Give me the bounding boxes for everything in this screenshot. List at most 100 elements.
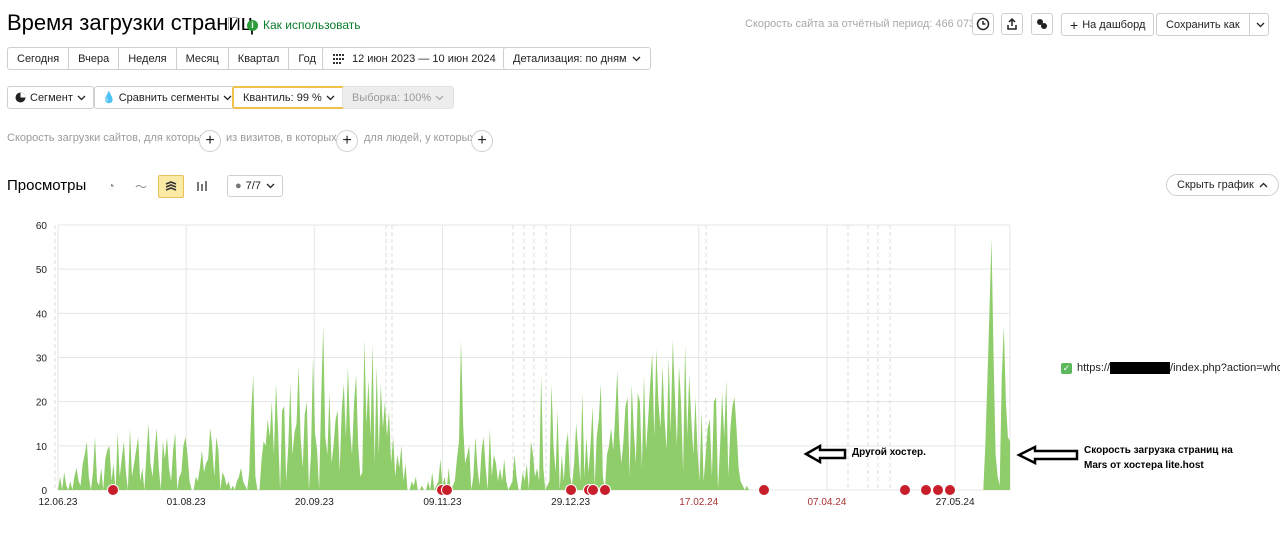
comment-icon: ● <box>235 180 242 192</box>
detail-label: Детализация: по дням <box>513 52 627 65</box>
checkbox-icon: ✓ <box>1061 362 1072 374</box>
chevron-up-icon <box>1259 182 1268 188</box>
hide-chart-button[interactable]: Скрыть график <box>1166 174 1279 196</box>
period-week[interactable]: Неделя <box>119 47 177 70</box>
clock-icon <box>976 17 990 31</box>
x-tick-label: 29.12.23 <box>551 497 590 508</box>
period-year[interactable]: Год <box>289 47 326 70</box>
plus-icon: + <box>1070 16 1079 33</box>
condition-text-sites: Скорость загрузки сайтов, для которых <box>7 132 208 144</box>
event-marker[interactable] <box>758 484 770 496</box>
pie-icon: ◔ <box>107 179 115 193</box>
compare-segments-dropdown[interactable]: 💧 Сравнить сегменты <box>94 86 241 109</box>
calendar-icon <box>333 53 344 64</box>
hide-chart-label: Скрыть график <box>1177 179 1254 191</box>
speed-chart: 0 10 20 30 40 50 60 12.06.23 01.08.23 20.09.23 09… <box>36 221 1011 508</box>
bars-icon <box>197 181 207 191</box>
add-to-dashboard-button[interactable]: + На дашборд <box>1061 13 1155 36</box>
event-marker[interactable] <box>599 484 611 496</box>
annotation-mars: Скорость загрузка страниц на Mars от хос… <box>1084 443 1233 473</box>
x-tick-label: 07.04.24 <box>807 497 846 508</box>
x-tick-label: 01.08.23 <box>167 497 206 508</box>
area-icon <box>165 180 177 191</box>
detail-dropdown[interactable]: Детализация: по дням <box>503 47 651 70</box>
period-month[interactable]: Месяц <box>176 47 229 70</box>
annotations-counter: 7/7 <box>245 180 261 192</box>
export-button[interactable] <box>1001 13 1023 35</box>
arrow-mars <box>1016 444 1079 466</box>
y-tick-label: 40 <box>36 309 48 320</box>
chevron-down-icon <box>632 56 641 61</box>
pie-chart-type-button[interactable]: ◔ <box>99 176 123 196</box>
plus-icon: + <box>477 132 487 149</box>
save-as-button[interactable]: Сохранить как <box>1156 13 1269 36</box>
y-tick-label: 20 <box>36 398 48 409</box>
x-axis: 12.06.23 01.08.23 20.09.23 09.11.23 29.12.23… <box>39 497 975 508</box>
y-axis: 0 10 20 30 40 50 60 <box>36 221 48 497</box>
legend-item[interactable]: ✓ https:// /index.php?action=who <box>1061 362 1280 374</box>
y-tick-label: 0 <box>41 486 47 497</box>
sample-label: Выборка: 100% <box>352 91 432 104</box>
page-title: Время загрузки страниц <box>7 10 254 35</box>
area-chart-type-button[interactable] <box>158 175 184 198</box>
event-marker[interactable] <box>565 484 577 496</box>
add-condition-button[interactable]: + <box>336 130 358 152</box>
y-tick-label: 10 <box>36 442 48 453</box>
event-marker[interactable] <box>944 484 956 496</box>
date-range-button[interactable]: 12 июн 2023 — 10 июн 2024 <box>322 47 507 70</box>
quantile-label: Квантиль: 99 % <box>243 91 322 104</box>
drops-icon: 💧 <box>102 92 116 104</box>
period-today[interactable]: Сегодня <box>7 47 70 70</box>
event-marker[interactable] <box>107 484 119 496</box>
quantile-dropdown[interactable]: Квантиль: 99 % <box>232 86 346 109</box>
event-marker[interactable] <box>920 484 932 496</box>
compare-label: Сравнить сегменты <box>118 91 220 104</box>
annotations-dropdown[interactable]: ● 7/7 <box>227 175 283 197</box>
x-tick-label: 20.09.23 <box>295 497 334 508</box>
event-marker[interactable] <box>932 484 944 496</box>
event-marker[interactable] <box>899 484 911 496</box>
save-as-label: Сохранить как <box>1166 18 1240 31</box>
clock-button[interactable] <box>972 13 994 35</box>
condition-text-visits: из визитов, в которых <box>226 132 337 144</box>
x-tick-label: 09.11.23 <box>423 497 462 508</box>
add-condition-button[interactable]: + <box>199 130 221 152</box>
legend-suffix: /index.php?action=who <box>1170 362 1280 374</box>
annotation-other-host: Другой хостер. <box>852 447 926 458</box>
line-icon: 〜 <box>134 179 147 194</box>
x-tick-label: 12.06.23 <box>39 497 78 508</box>
period-quarter[interactable]: Квартал <box>228 47 290 70</box>
y-tick-label: 50 <box>36 265 48 276</box>
bookmark-icon[interactable] <box>228 17 238 30</box>
segment-dropdown[interactable]: Сегмент <box>7 86 94 109</box>
bar-chart-type-button[interactable] <box>190 176 214 196</box>
x-tick-label: 17.02.24 <box>679 497 718 508</box>
event-marker[interactable] <box>441 484 453 496</box>
plus-icon: + <box>342 132 352 149</box>
howto-link[interactable]: i Как использовать <box>247 18 361 32</box>
event-marker[interactable] <box>587 484 599 496</box>
date-range-label: 12 июн 2023 — 10 июн 2024 <box>352 52 496 65</box>
chevron-down-icon <box>435 95 444 100</box>
add-condition-button[interactable]: + <box>471 130 493 152</box>
puzzle-icon <box>1037 19 1047 29</box>
plus-icon: + <box>205 132 215 149</box>
howto-label: Как использовать <box>263 18 361 32</box>
x-tick-label: 27.05.24 <box>936 497 975 508</box>
line-chart-type-button[interactable]: 〜 <box>129 176 153 196</box>
chevron-down-icon <box>326 95 335 100</box>
y-tick-label: 30 <box>36 354 48 365</box>
dashboard-label: На дашборд <box>1082 18 1146 31</box>
api-button[interactable] <box>1031 13 1053 35</box>
annotation-mars-line2: Mars от хостера lite.host <box>1084 460 1204 471</box>
speed-summary: Скорость сайта за отчётный период: 466 0… <box>745 18 976 30</box>
period-yesterday[interactable]: Вчера <box>69 47 120 70</box>
segment-label: Сегмент <box>30 91 73 104</box>
info-icon: i <box>247 19 258 31</box>
chevron-down-icon[interactable] <box>1248 14 1271 35</box>
annotation-mars-line1: Скорость загрузка страниц на <box>1084 445 1233 456</box>
redaction-box <box>1110 362 1171 374</box>
sample-dropdown[interactable]: Выборка: 100% <box>342 86 455 109</box>
chevron-down-icon <box>77 95 86 100</box>
chevron-down-icon <box>223 95 232 100</box>
